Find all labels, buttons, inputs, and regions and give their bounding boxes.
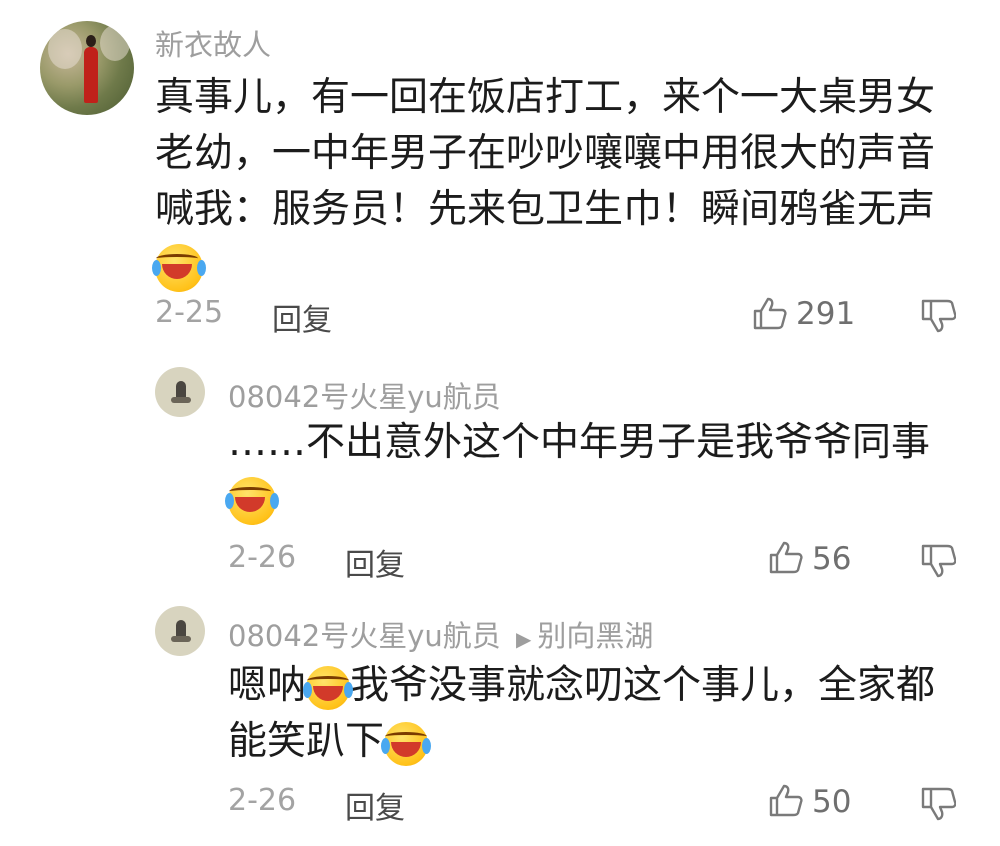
- comment-date: 2-25: [155, 295, 224, 330]
- username[interactable]: 08042号火星yu航员: [228, 619, 501, 653]
- thumbs-down-icon[interactable]: [920, 543, 956, 579]
- thumbs-up-icon[interactable]: [768, 783, 804, 819]
- comment-text: 嗯呐 我爷没事就念叨这个事儿，全家都 能笑趴下: [228, 658, 935, 770]
- thumbs-up-icon[interactable]: [752, 296, 788, 332]
- username[interactable]: 新衣故人: [155, 22, 271, 64]
- comment-date: 2-26: [228, 783, 297, 818]
- username-line: 08042号火星yu航员 ▶ 别向黑湖: [228, 613, 653, 655]
- thumbs-down-icon[interactable]: [920, 786, 956, 822]
- thumbs-up-icon[interactable]: [768, 540, 804, 576]
- comment-text-segment: 嗯呐: [228, 663, 307, 708]
- comment-date: 2-26: [228, 540, 297, 575]
- laugh-cry-emoji: [225, 476, 279, 525]
- like-count: 50: [812, 784, 852, 820]
- comment-text-line: ……不出意外这个中年男子是我爷爷同事: [228, 420, 931, 465]
- laugh-cry-emoji: [152, 243, 206, 292]
- thumbs-down-icon[interactable]: [920, 298, 956, 334]
- like-count: 291: [796, 296, 856, 332]
- comment-text-line: 能笑趴下: [228, 714, 935, 770]
- avatar[interactable]: [155, 606, 205, 656]
- laugh-cry-emoji: [303, 665, 354, 710]
- reply-to-username[interactable]: 别向黑湖: [537, 619, 653, 653]
- reply-button[interactable]: 回复: [345, 540, 405, 584]
- comment-text-line: 真事儿，有一回在饭店打工，来个一大桌男女: [155, 75, 936, 120]
- comment-text-line: 老幼，一中年男子在吵吵嚷嚷中用很大的声音: [155, 131, 936, 176]
- reply-button[interactable]: 回复: [272, 295, 332, 339]
- like-count: 56: [812, 541, 852, 577]
- comment-text-segment: 能笑趴下: [228, 719, 385, 764]
- username[interactable]: 08042号火星yu航员: [228, 374, 501, 416]
- comment-text: ……不出意外这个中年男子是我爷爷同事: [225, 415, 931, 527]
- comment-text-line: 喊我：服务员！先来包卫生巾！瞬间鸦雀无声: [155, 187, 936, 232]
- comment-text: 真事儿，有一回在饭店打工，来个一大桌男女 老幼，一中年男子在吵吵嚷嚷中用很大的声…: [152, 70, 936, 294]
- comment-text-line: 嗯呐 我爷没事就念叨这个事儿，全家都: [228, 658, 935, 714]
- comment-text-segment: 我爷没事就念叨这个事儿，全家都: [350, 663, 936, 708]
- reply-arrow-icon: ▶: [516, 627, 532, 651]
- avatar[interactable]: [40, 21, 134, 115]
- reply-button[interactable]: 回复: [345, 783, 405, 827]
- avatar[interactable]: [155, 367, 205, 417]
- laugh-cry-emoji: [381, 721, 432, 766]
